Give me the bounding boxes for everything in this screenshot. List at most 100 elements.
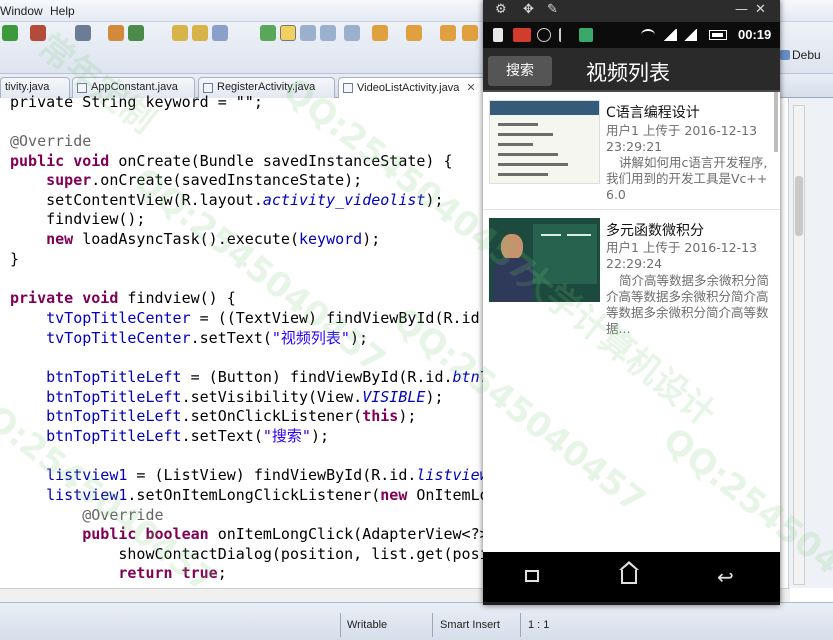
video-thumbnail [489, 100, 600, 184]
list-item[interactable]: C语言编程设计 用户1 上传于 2016-12-13 23:29:21 讲解如何… [483, 92, 780, 210]
toggle-icon[interactable] [300, 25, 316, 41]
code-text: .setOnItemLongClickListener( [127, 486, 381, 504]
code-line: private String keyword = ""; [10, 93, 263, 112]
code-line: @Override [10, 132, 91, 151]
thumbnail-line [498, 143, 533, 146]
code-text: showContactDialog(position, list.get(pos… [10, 545, 489, 563]
forward-icon[interactable] [462, 25, 478, 41]
menu-help[interactable]: Help [50, 4, 75, 18]
code-line: tvTopTitleCenter.setText("视频列表"); [10, 329, 368, 348]
code-line: tvTopTitleCenter = ((TextView) findViewB… [10, 309, 489, 328]
scrollbar-thumb[interactable] [795, 176, 803, 236]
code-line: super.onCreate(savedInstanceState); [10, 171, 362, 190]
code-line: btnTopTitleLeft.setVisibility(View.VISIB… [10, 388, 443, 407]
usb-icon [559, 28, 573, 42]
tab-videolistactivity[interactable]: VideoListActivity.java ✕ [338, 77, 488, 98]
field-ref: listview [416, 466, 489, 484]
edit-icon[interactable] [212, 25, 228, 41]
prev-annotation-icon[interactable] [406, 25, 422, 41]
list-scrollbar [774, 92, 778, 152]
minimize-icon[interactable]: — [735, 2, 748, 17]
pen-icon[interactable]: ✎ [547, 2, 558, 17]
field-ref: activity_videolist [262, 191, 426, 209]
annotation: @Override [10, 132, 92, 150]
debug-icon[interactable] [30, 25, 46, 41]
home-icon[interactable] [619, 561, 639, 584]
code-line: findview(); [10, 210, 145, 229]
recent-apps-icon[interactable] [525, 570, 539, 582]
back-icon[interactable]: ↩ [717, 565, 734, 589]
keyword: public void [10, 152, 110, 170]
code-text: = (ListView) findViewById(R.id. [127, 466, 417, 484]
thumbnail-person [501, 234, 523, 260]
open-folder-icon[interactable] [172, 25, 188, 41]
code-line: btnTopTitleLeft.setOnClickListener(this)… [10, 407, 416, 426]
video-thumbnail [489, 218, 600, 302]
android-status-bar: 00:19 [483, 22, 780, 48]
video-title: 多元函数微积分 [606, 223, 704, 239]
status-cursor-position: 1 : 1 [528, 619, 550, 631]
keyword: new [10, 230, 74, 248]
field-ref: listview1 [10, 486, 128, 504]
code-line: listview1.setOnItemLongClickListener(new… [10, 486, 489, 505]
wifi-icon [641, 29, 655, 41]
code-text: ; [217, 564, 227, 582]
code-text: .onCreate(savedInstanceState); [91, 171, 363, 189]
signal-icon [683, 29, 697, 41]
thumbnail-chalk [541, 234, 561, 236]
run-icon[interactable] [2, 25, 18, 41]
show-whitespace-icon[interactable] [344, 25, 360, 41]
code-text: ); [310, 427, 329, 445]
sync-icon [537, 28, 551, 42]
build-icon[interactable] [108, 25, 124, 41]
video-meta: 用户1 上传于 2016-12-13 22:29:24 [606, 240, 758, 271]
field-ref: keyword [299, 230, 363, 248]
code-line: new loadAsyncTask().execute(keyword); [10, 230, 380, 249]
annotation: @Override [10, 506, 164, 524]
tool-icon[interactable] [75, 25, 91, 41]
block-icon[interactable] [320, 25, 336, 41]
list-item[interactable]: 多元函数微积分 用户1 上传于 2016-12-13 22:29:24 简介高等… [483, 210, 780, 340]
thumbnail-line [498, 123, 538, 126]
status-divider [520, 613, 521, 637]
video-meta: 用户1 上传于 2016-12-13 23:29:21 [606, 123, 758, 154]
tab-label: tivity.java [5, 81, 50, 93]
search-tool-icon[interactable] [260, 25, 276, 41]
search-button[interactable]: 搜索 [488, 56, 552, 86]
highlight-icon[interactable] [280, 25, 296, 41]
thumbnail-line [498, 163, 568, 166]
signal-icon [663, 29, 677, 41]
tab-label: VideoListActivity.java [357, 82, 460, 94]
status-bar: Writable Smart Insert 1 : 1 [0, 602, 833, 640]
debug-perspective-label[interactable]: Debu [792, 48, 821, 62]
thumbnail-blackboard [533, 224, 597, 284]
fullscreen-icon[interactable]: ✥ [523, 2, 534, 17]
next-annotation-icon[interactable] [372, 25, 388, 41]
close-icon[interactable]: ✕ [466, 82, 475, 94]
back-icon[interactable] [440, 25, 456, 41]
video-description: 讲解如何用c语言开发程序,我们用到的开发工具是Vc++6.0 [606, 155, 768, 202]
code-line: @Override [10, 506, 164, 525]
keyword: super [10, 171, 92, 189]
code-text: } [10, 250, 20, 268]
menu-window[interactable]: Window [0, 4, 43, 18]
android-emulator: ⚙ ✥ ✎ — ✕ 00:19 搜索 视频列表 C语言编程设计 用户1 上传于 … [483, 0, 780, 605]
code-text: = ((TextView) findViewById(R.id. [190, 309, 489, 327]
editor-vertical-scrollbar[interactable] [793, 105, 805, 585]
video-list[interactable]: C语言编程设计 用户1 上传于 2016-12-13 23:29:21 讲解如何… [483, 92, 780, 552]
code-text: ); [425, 191, 444, 209]
battery-icon [709, 30, 727, 40]
code-text: private String keyword = ""; [10, 93, 263, 111]
string-literal: "视频列表" [271, 329, 350, 347]
tab-label: AppConstant.java [91, 81, 178, 93]
keyword: new [380, 486, 408, 504]
code-line: showContactDialog(position, list.get(pos… [10, 545, 489, 564]
thumbnail-line [498, 153, 558, 156]
new-icon[interactable] [128, 25, 144, 41]
folder-icon[interactable] [192, 25, 208, 41]
code-text: .setText( [190, 329, 272, 347]
code-text: onItemLongClick(AdapterView<?> [208, 525, 489, 543]
debug-perspective-icon[interactable] [780, 50, 790, 60]
close-icon[interactable]: ✕ [755, 2, 766, 17]
gear-icon[interactable]: ⚙ [495, 2, 507, 17]
